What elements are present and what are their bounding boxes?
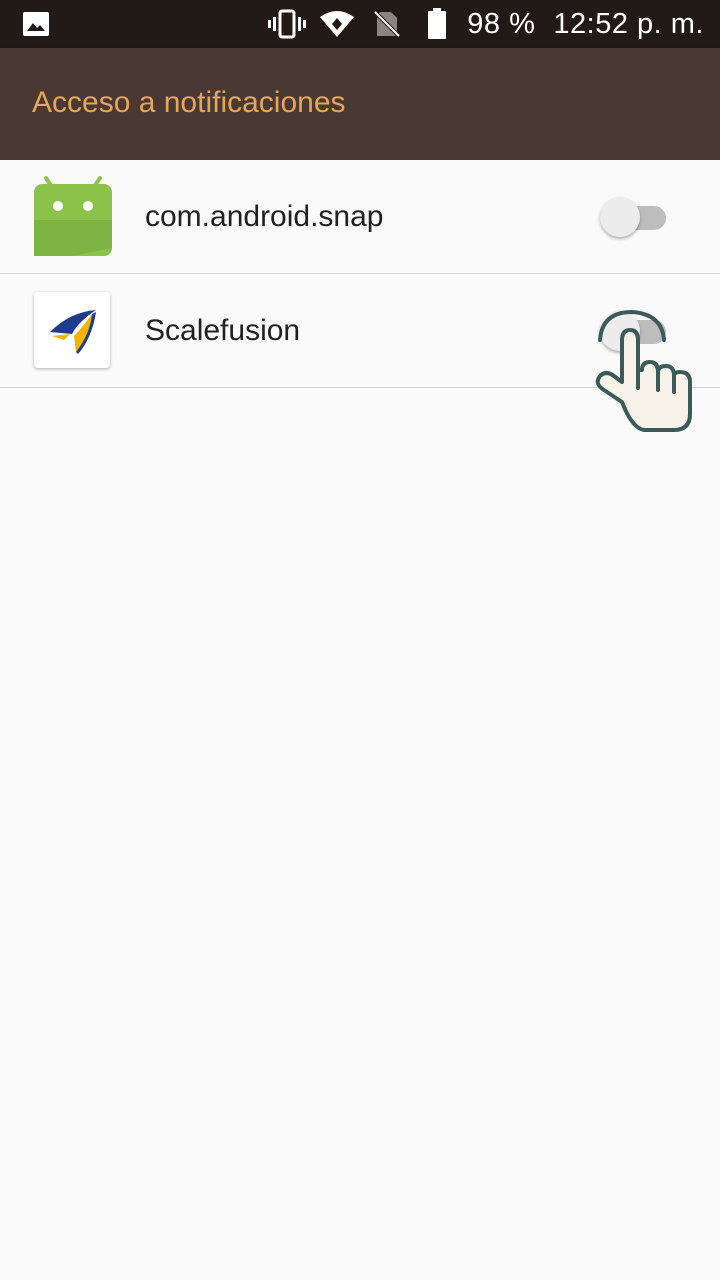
android-icon (34, 176, 112, 256)
app-name: Scalefusion (145, 314, 301, 347)
status-bar: 98 % 12:52 p. m. (0, 0, 720, 48)
list-item-com-android-snap[interactable]: com.android.snap (0, 160, 720, 274)
no-sim-icon (367, 8, 407, 40)
switch-thumb (600, 197, 640, 237)
battery-icon (417, 8, 457, 40)
app-bar: Acceso a notificaciones (0, 48, 720, 160)
status-time: 12:52 p. m. (553, 7, 704, 40)
pointing-hand-icon (592, 309, 696, 436)
page-title: Acceso a notificaciones (32, 86, 346, 119)
wifi-icon (317, 8, 357, 40)
app-name: com.android.snap (145, 200, 384, 233)
image-icon (22, 10, 50, 38)
vibrate-icon (267, 8, 307, 40)
notification-access-switch[interactable] (600, 197, 666, 237)
scalefusion-icon (34, 292, 110, 368)
battery-percent: 98 % (467, 7, 536, 40)
